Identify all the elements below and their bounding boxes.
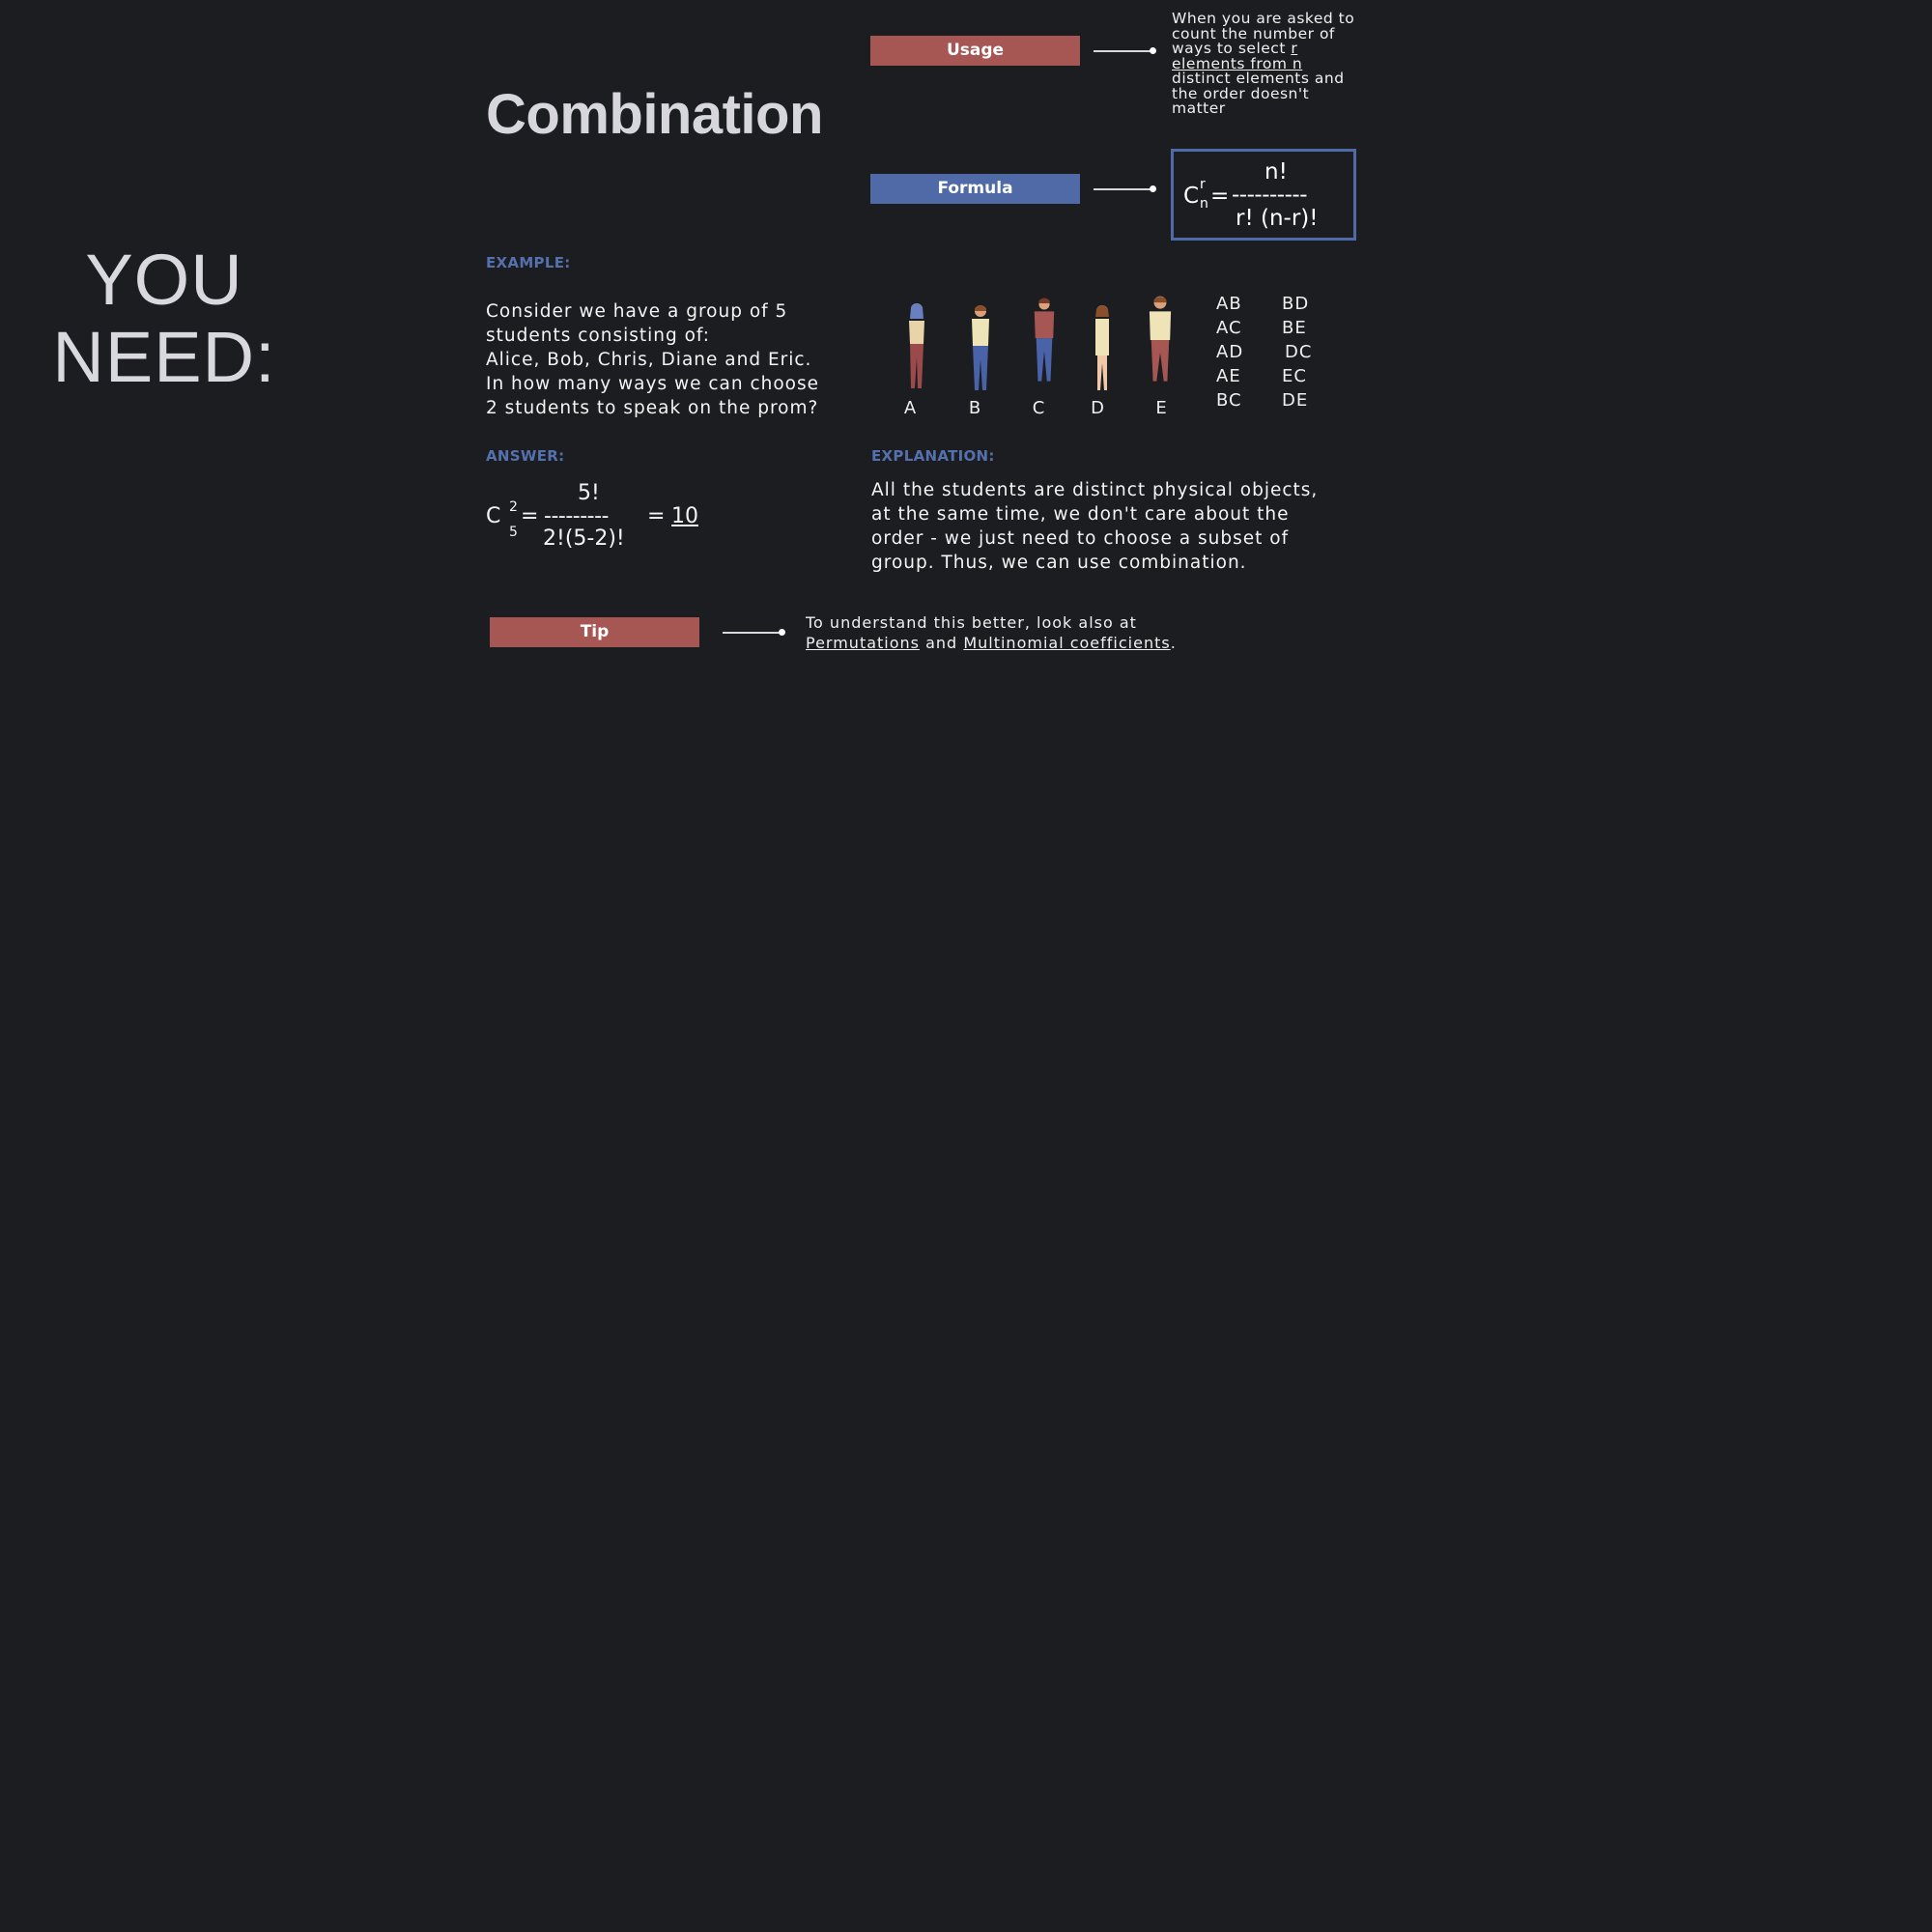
tip-tag: Tip [490,617,699,647]
example-line: Consider we have a group of 5 [486,301,788,322]
student-figure-d [1095,305,1109,390]
tip-text: To understand this better, look also at … [806,612,1177,653]
tip-period: . [1170,634,1177,652]
pair-item: AC [1216,318,1242,338]
usage-text-after: distinct elements and the order doesn't … [1172,70,1345,117]
example-line: students consisting of: [486,326,711,346]
student-figure-e [1149,296,1172,382]
formula-fraction-bar: ---------- [1232,183,1308,208]
explanation-line: All the students are distinct physical o… [871,480,1319,500]
usage-tag: Usage [870,36,1080,66]
pair-item: AB [1216,294,1242,314]
multinomial-coefficients-link[interactable]: Multinomial coefficients [963,634,1170,652]
student-label-d: D [1091,398,1104,418]
answer-equals-2: = [647,504,666,528]
explanation-text: All the students are distinct physical o… [871,478,1374,575]
student-figure-a [909,303,924,388]
usage-connector [1094,50,1151,52]
example-line: In how many ways we can choose [486,374,820,394]
usage-text-before: When you are asked to count the number o… [1172,10,1355,57]
tip-line1: To understand this better, look also at [806,613,1137,632]
permutations-link[interactable]: Permutations [806,634,920,652]
formula-tag: Formula [870,174,1080,204]
pair-item: BD [1282,294,1310,314]
example-text: Consider we have a group of 5 students c… [486,299,872,420]
you-need-line1: YOU [85,240,243,320]
answer-numerator: 5! [578,481,600,505]
student-label-a: A [903,398,917,418]
answer-equals: = [521,504,539,528]
formula-box: C r n = n! ---------- r! (n-r)! [1171,149,1356,241]
answer-label: ANSWER: [486,447,565,465]
answer-formula: C 2 5 = 5! --------- 2!(5-2)! = 10 [486,478,776,555]
formula-connector [1094,188,1151,190]
formula-c: C [1183,184,1200,209]
student-figure-c [1034,298,1055,382]
answer-sub: 5 [509,525,518,540]
page-title: Combination [486,83,823,146]
formula-numerator: n! [1264,159,1288,185]
formula-denominator: r! (n-r)! [1236,206,1319,231]
formula-equals: = [1210,184,1230,209]
formula-connector-dot [1150,185,1156,192]
answer-c: C [486,504,501,528]
example-line: Alice, Bob, Chris, Diane and Eric. [486,350,812,370]
you-need-line2: NEED: [52,317,276,397]
student-label-c: C [1032,398,1045,418]
example-label: EXAMPLE: [486,254,571,271]
pair-item: DE [1282,390,1309,411]
explanation-line: at the same time, we don't care about th… [871,504,1290,525]
pair-item: BC [1216,390,1242,411]
answer-fraction-bar: --------- [544,504,609,528]
pair-item: EC [1282,366,1307,386]
answer-sup: 2 [509,499,518,515]
you-need-heading: YOU NEED: [39,242,290,396]
explanation-line: group. Thus, we can use combination. [871,553,1247,573]
pair-item: AD [1216,342,1244,362]
student-label-e: E [1155,398,1167,418]
pair-item: AE [1216,366,1241,386]
explanation-label: EXPLANATION: [871,447,995,465]
tip-and: and [925,634,958,652]
usage-description: When you are asked to count the number o… [1172,10,1355,117]
student-figure-b [972,305,989,390]
tip-line2: Permutations and Multinomial coefficient… [806,633,1177,653]
pair-item: BE [1282,318,1307,338]
explanation-line: order - we just need to choose a subset … [871,528,1290,549]
pairs-left-column: AB AC AD AE BC [1216,292,1243,412]
tip-connector-dot [779,629,785,636]
usage-connector-dot [1150,47,1156,54]
answer-result: 10 [671,504,698,528]
pairs-right-column: BD BE DC EC DE [1282,292,1312,412]
formula-sub: n [1200,196,1208,212]
answer-denominator: 2!(5-2)! [543,526,625,551]
example-line: 2 students to speak on the prom? [486,398,819,418]
formula-sup: r [1200,177,1206,192]
pair-item: DC [1285,342,1313,362]
tip-connector [723,632,781,634]
student-label-b: B [968,398,981,418]
